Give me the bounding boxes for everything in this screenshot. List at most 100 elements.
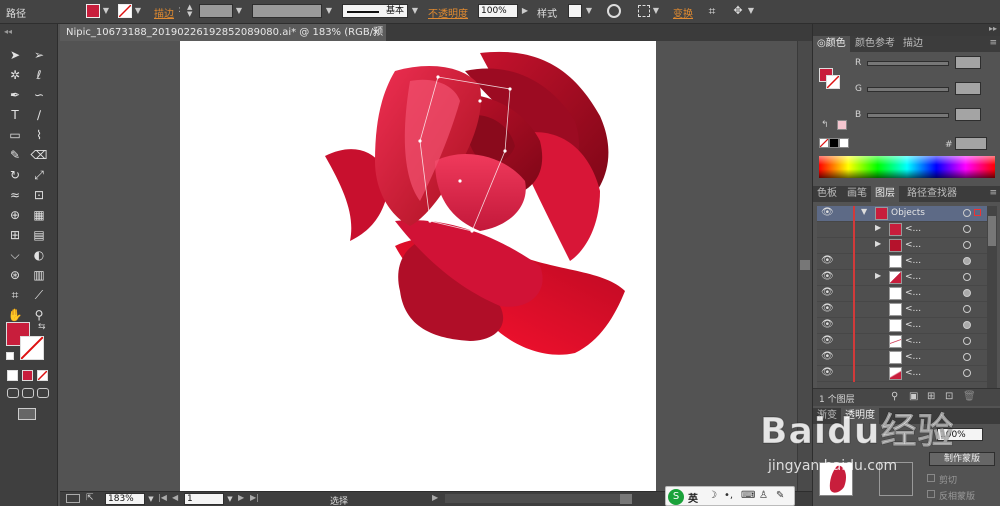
color-panel-stroke-swatch[interactable] (826, 75, 840, 89)
isolate-object-icon[interactable]: ⌗ (705, 4, 719, 18)
sublayer-name[interactable]: <... (905, 368, 921, 378)
opacity-dropdown-icon[interactable]: ▶ (520, 4, 530, 18)
none-mode-icon[interactable] (37, 370, 48, 381)
target-icon[interactable] (963, 289, 971, 297)
next-artboard-icon[interactable]: ▶ (238, 493, 244, 502)
perspective-grid-tool-icon[interactable]: ▦ (30, 206, 48, 224)
pen-tool-icon[interactable]: ✒ (6, 86, 24, 104)
artboard-nav-icon[interactable] (66, 494, 80, 503)
arrange-dropdown-icon[interactable]: ▼ (746, 4, 756, 18)
fill-dropdown-icon[interactable]: ▼ (101, 4, 111, 18)
transparency-opacity-field[interactable]: 100% (937, 428, 983, 441)
target-icon[interactable] (963, 369, 971, 377)
layer-row[interactable]: 👁 <... (817, 366, 987, 382)
curvature-tool-icon[interactable]: ∽ (30, 86, 48, 104)
layer-name[interactable]: Objects (891, 208, 925, 218)
lasso-tool-icon[interactable]: ℓ (30, 66, 48, 84)
magic-wand-tool-icon[interactable]: ✲ (6, 66, 24, 84)
scrollbar-thumb[interactable] (800, 260, 810, 270)
draw-inside-icon[interactable] (37, 388, 49, 398)
eraser-tool-icon[interactable]: ⌫ (30, 146, 48, 164)
out-of-gamut-icon[interactable]: ↰ (821, 120, 829, 130)
brush-definition[interactable]: 基本 (342, 4, 408, 18)
layer-row[interactable]: 👁 <... (817, 350, 987, 366)
visibility-eye-icon[interactable]: 👁 (821, 255, 834, 266)
sublayer-name[interactable]: <... (905, 336, 921, 346)
panel-menu-icon[interactable]: ≡ (989, 38, 997, 48)
color-spectrum[interactable] (819, 156, 995, 178)
tab-color[interactable]: ◎颜色 (813, 36, 850, 52)
tab-brushes[interactable]: 画笔 (843, 186, 871, 202)
arrange-icon[interactable]: ✥ (731, 4, 745, 18)
layer-row[interactable]: 👁 <... (817, 318, 987, 334)
last-artboard-icon[interactable]: ▶| (250, 493, 259, 502)
delete-layer-icon[interactable]: 🗑 (963, 391, 976, 402)
target-icon[interactable] (963, 225, 971, 233)
layers-menu-icon[interactable]: ≡ (989, 188, 997, 198)
document-tab[interactable]: Nipic_10673188_20190226192852089080.ai* … (60, 24, 386, 55)
align-icon[interactable] (638, 5, 650, 17)
close-tab-icon[interactable]: × (372, 24, 380, 41)
visibility-eye-icon[interactable]: 👁 (821, 319, 834, 330)
transform-label[interactable]: 变换 (673, 5, 693, 20)
target-icon[interactable] (963, 209, 971, 217)
new-layer-icon[interactable]: ⊡ (945, 391, 953, 402)
target-icon[interactable] (963, 241, 971, 249)
tab-transparency[interactable]: 透明度 (841, 408, 879, 424)
stroke-weight-dropdown-icon[interactable]: ▼ (234, 4, 244, 18)
horizontal-scrollbar[interactable] (445, 494, 620, 503)
free-transform-tool-icon[interactable]: ⊡ (30, 186, 48, 204)
opacity-label[interactable]: 不透明度 (428, 5, 468, 20)
layer-row[interactable]: 👁 <... (817, 302, 987, 318)
visibility-eye-icon[interactable]: 👁 (821, 303, 834, 314)
eyedropper-tool-icon[interactable]: ⌵ (6, 246, 24, 264)
collapse-tools-icon[interactable]: ◂◂ (4, 27, 12, 36)
visibility-eye-icon[interactable]: 👁 (821, 351, 834, 362)
blend-tool-icon[interactable]: ◐ (30, 246, 48, 264)
sogou-ime-icon[interactable]: S (668, 489, 684, 505)
variable-width-profile[interactable] (252, 4, 322, 18)
ime-toolbar[interactable]: S 英 ☽ •, ⌨ ♙ ✎ (665, 486, 795, 506)
paintbrush-tool-icon[interactable]: ⌇ (30, 126, 48, 144)
mask-thumbnail[interactable] (879, 462, 913, 496)
style-dropdown-icon[interactable]: ▼ (584, 4, 594, 18)
default-colors-icon[interactable] (6, 352, 14, 360)
target-icon[interactable] (963, 353, 971, 361)
artboard-number-field[interactable]: 1 (184, 493, 224, 505)
vertical-scrollbar[interactable] (797, 41, 812, 491)
black-swatch[interactable] (829, 138, 839, 148)
target-icon[interactable] (963, 273, 971, 281)
slice-tool-icon[interactable]: ⟋ (30, 286, 48, 304)
expand-sublayer-icon[interactable]: ▶ (875, 239, 881, 248)
sublayer-name[interactable]: <... (905, 320, 921, 330)
profile-dropdown-icon[interactable]: ▼ (324, 4, 334, 18)
draw-behind-icon[interactable] (22, 388, 34, 398)
sublayer-name[interactable]: <... (905, 352, 921, 362)
artboard-tool-icon[interactable]: ⌗ (6, 286, 24, 304)
color-mode-icon[interactable] (7, 370, 18, 381)
screen-mode-icon[interactable] (18, 408, 36, 420)
punctuation-icon[interactable]: •, (724, 490, 733, 501)
target-icon[interactable] (963, 305, 971, 313)
stroke-dropdown-icon[interactable]: ▼ (133, 4, 143, 18)
sublayer-name[interactable]: <... (905, 224, 921, 234)
shape-builder-tool-icon[interactable]: ⊕ (6, 206, 24, 224)
gradient-mode-icon[interactable] (22, 370, 33, 381)
fill-swatch[interactable] (86, 4, 100, 18)
layer-row[interactable]: 👁 <... (817, 334, 987, 350)
brush-dropdown-icon[interactable]: ▼ (410, 4, 420, 18)
stroke-color-box[interactable] (20, 336, 44, 360)
rectangle-tool-icon[interactable]: ▭ (6, 126, 24, 144)
target-icon[interactable] (963, 337, 971, 345)
visibility-eye-icon[interactable]: 👁 (821, 367, 834, 378)
channel-g-slider[interactable] (867, 87, 949, 92)
graphic-style-swatch[interactable] (568, 4, 582, 18)
layer-row[interactable]: 👁 <... (817, 286, 987, 302)
column-graph-tool-icon[interactable]: ▥ (30, 266, 48, 284)
sublayer-name[interactable]: <... (905, 272, 921, 282)
align-dropdown-icon[interactable]: ▼ (651, 4, 661, 18)
tab-stroke[interactable]: 描边 (899, 36, 927, 52)
clip-checkbox[interactable] (927, 474, 935, 482)
symbol-sprayer-tool-icon[interactable]: ⊛ (6, 266, 24, 284)
tab-swatches[interactable]: 色板 (813, 186, 841, 202)
